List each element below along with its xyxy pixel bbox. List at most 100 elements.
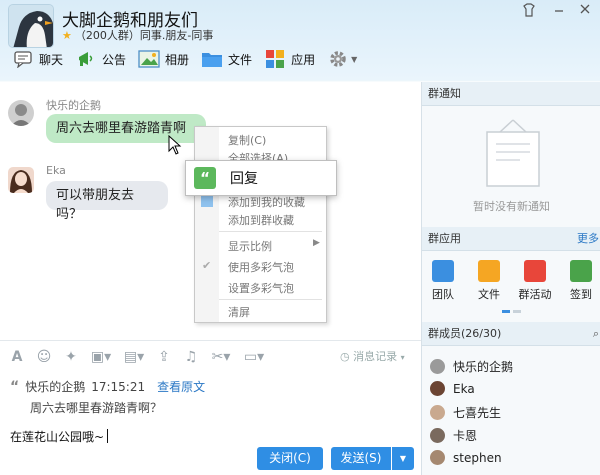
avatar[interactable] xyxy=(8,167,34,193)
menu-item-set-colorful-bubble[interactable]: 设置多彩气泡 xyxy=(228,280,294,296)
magic-icon[interactable]: ✦ xyxy=(62,348,80,366)
bookmark-icon xyxy=(201,195,213,207)
list-item[interactable]: Eka xyxy=(430,381,475,396)
scissors-icon[interactable]: ✂▾ xyxy=(209,348,233,366)
group-subtitle: ★ （200人群）同事.朋友-同事 xyxy=(62,27,213,43)
members-title: 群成员(26/30) xyxy=(428,327,502,340)
app-label: 文件 xyxy=(478,288,500,301)
notice-empty-text: 暂时没有新通知 xyxy=(473,200,550,213)
screen-icon[interactable]: ▭▾ xyxy=(242,348,266,366)
member-name: 七喜先生 xyxy=(453,406,502,420)
upload-icon[interactable]: ⇪ xyxy=(155,348,173,366)
message-sender: 快乐的企鹅 xyxy=(46,99,101,112)
apps-title: 群应用 xyxy=(428,232,461,245)
avatar[interactable] xyxy=(8,100,34,126)
album-icon xyxy=(138,49,160,69)
message-history-label: 消息记录 xyxy=(353,350,398,363)
flag-icon xyxy=(524,260,546,282)
toolbar-announce[interactable]: 公告 xyxy=(75,48,126,70)
list-item[interactable]: 快乐的企鹅 xyxy=(430,358,513,375)
menu-item-clear-screen[interactable]: 清屏 xyxy=(228,304,250,320)
font-icon[interactable]: A xyxy=(8,348,26,366)
app-label: 群活动 xyxy=(518,288,552,301)
group-subtitle-text: （200人群）同事.朋友-同事 xyxy=(74,29,214,42)
send-options-button[interactable]: ▼ xyxy=(392,447,414,470)
menu-separator xyxy=(219,231,322,232)
toolbar-files[interactable]: 文件 xyxy=(201,48,252,70)
image-icon[interactable]: ▤▾ xyxy=(122,348,146,366)
list-item[interactable]: 七喜先生 xyxy=(430,404,501,421)
send-button[interactable]: 发送(S) xyxy=(331,447,391,470)
notice-board-icon xyxy=(484,118,542,199)
penguin-icon xyxy=(9,5,53,47)
avatar xyxy=(430,428,445,443)
message-history-button[interactable]: ◷ 消息记录 ▾ xyxy=(340,348,405,364)
list-item[interactable]: stephen xyxy=(430,450,502,465)
toolbar-chat[interactable]: 聊天 xyxy=(12,48,63,70)
message-bubble[interactable]: 可以带朋友去吗？ xyxy=(46,181,168,222)
toolbar-chat-label: 聊天 xyxy=(39,52,64,67)
clock-icon: ◷ xyxy=(340,350,350,363)
chat-icon xyxy=(12,49,34,69)
skin-icon[interactable] xyxy=(520,3,538,19)
notice-header: 群通知 xyxy=(422,82,600,106)
reply-label: 回复 xyxy=(230,171,258,187)
gift-icon[interactable]: ▣▾ xyxy=(89,348,113,366)
toolbar-files-label: 文件 xyxy=(228,52,253,67)
menu-item-zoom[interactable]: 显示比例 xyxy=(228,238,272,254)
avatar xyxy=(430,405,445,420)
message-bubble[interactable]: 周六去哪里春游踏青啊 xyxy=(46,114,206,143)
member-name: 快乐的企鹅 xyxy=(453,360,514,374)
menu-separator xyxy=(219,299,322,300)
app-checkin[interactable]: 签到 xyxy=(563,260,599,302)
app-label: 团队 xyxy=(432,288,454,301)
list-item[interactable]: 卡恩 xyxy=(430,427,477,444)
check-icon: ✔ xyxy=(202,259,212,272)
menu-item-add-group-favorites[interactable]: 添加到群收藏 xyxy=(228,212,294,228)
quote-sender: 快乐的企鹅 xyxy=(25,380,86,394)
toolbar-apps[interactable]: 应用 xyxy=(264,48,315,70)
group-avatar[interactable] xyxy=(8,4,54,48)
context-menu-gutter xyxy=(195,127,219,322)
music-icon[interactable]: ♫ xyxy=(182,348,200,366)
menu-item-copy[interactable]: 复制(C) xyxy=(228,132,266,148)
close-window-button[interactable] xyxy=(576,3,594,19)
toolbar-settings[interactable]: ▼ xyxy=(327,48,357,70)
message-input[interactable]: 在莲花山公园哦~ xyxy=(10,428,109,445)
page-dot[interactable] xyxy=(513,310,521,313)
member-name: stephen xyxy=(453,450,502,465)
close-button[interactable]: 关闭(C) xyxy=(257,447,323,470)
chevron-down-icon: ▼ xyxy=(351,54,358,64)
typed-text: 在莲花山公园哦~ xyxy=(10,430,105,444)
quote-header: “ 快乐的企鹅 17:15:21 查看原文 xyxy=(10,378,205,395)
apps-more-link[interactable]: 更多 xyxy=(577,227,599,251)
chevron-down-icon: ▼ xyxy=(399,454,407,463)
quote-time: 17:15:21 xyxy=(91,379,146,394)
minimize-button[interactable] xyxy=(550,3,568,19)
app-files[interactable]: 文件 xyxy=(471,260,507,302)
group-toolbar: 聊天 公告 相册 文件 应用 ▼ xyxy=(12,48,369,70)
toolbar-album[interactable]: 相册 xyxy=(138,48,189,70)
page-dot-active[interactable] xyxy=(502,310,510,313)
quote-mark-icon: “ xyxy=(10,378,20,395)
app-team[interactable]: 团队 xyxy=(425,260,461,302)
members-header: 群成员(26/30) ⌕ xyxy=(422,322,600,346)
app-label: 签到 xyxy=(570,288,592,301)
emoji-icon[interactable]: ☺ xyxy=(35,348,53,366)
member-name: 卡恩 xyxy=(453,429,478,443)
quote-text: 周六去哪里春游踏青啊？ xyxy=(30,401,163,415)
member-name: Eka xyxy=(453,381,475,396)
toolbar-album-label: 相册 xyxy=(165,52,190,67)
menu-item-colorful-bubble[interactable]: 使用多彩气泡 xyxy=(228,259,294,275)
view-original-link[interactable]: 查看原文 xyxy=(157,378,205,395)
reply-menu-item[interactable]: “ 回复 xyxy=(185,160,337,196)
app-activity[interactable]: 群活动 xyxy=(517,260,553,302)
apps-header: 群应用 更多 xyxy=(422,227,600,251)
star-icon: ★ xyxy=(62,28,72,42)
cursor-icon xyxy=(168,134,182,158)
text-caret xyxy=(107,429,109,443)
chevron-right-icon: ▶ xyxy=(313,238,320,248)
search-icon[interactable]: ⌕ xyxy=(593,322,599,346)
menu-item-add-my-favorites[interactable]: 添加到我的收藏 xyxy=(228,194,305,210)
avatar xyxy=(430,359,445,374)
